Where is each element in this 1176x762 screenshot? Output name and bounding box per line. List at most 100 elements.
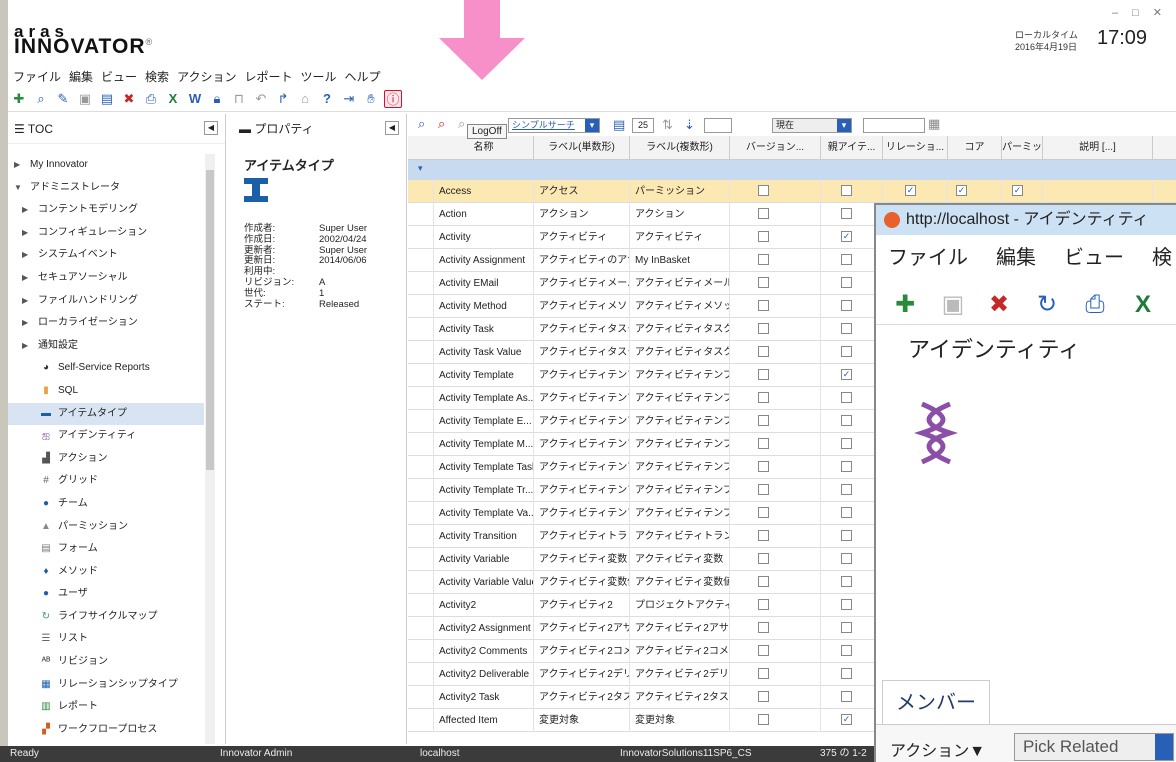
- checkbox-checked[interactable]: ✓: [905, 185, 916, 196]
- menu-item[interactable]: ビュー: [101, 68, 137, 85]
- column-header[interactable]: リレーショ...: [883, 136, 948, 160]
- checkbox[interactable]: [841, 254, 852, 265]
- row-gutter[interactable]: [408, 548, 434, 571]
- column-header[interactable]: ラベル(単数形): [534, 136, 630, 160]
- clear-search-icon[interactable]: ⌕: [438, 116, 445, 132]
- popup-excel-icon[interactable]: X: [1128, 290, 1158, 320]
- row-gutter[interactable]: [408, 410, 434, 433]
- checkbox[interactable]: [841, 691, 852, 702]
- word-icon[interactable]: W: [186, 90, 204, 108]
- toc-item[interactable]: ஐ アイデンティティ: [8, 425, 204, 448]
- new-item-icon[interactable]: ✚: [10, 90, 28, 108]
- checkbox[interactable]: [841, 208, 852, 219]
- table-row[interactable]: Access アクセス パーミッション ✓ ✓ ✓: [408, 180, 1176, 203]
- popup-refresh-icon[interactable]: ↻: [1032, 290, 1062, 320]
- row-gutter[interactable]: [408, 433, 434, 456]
- column-header[interactable]: コア: [948, 136, 1002, 160]
- action-dropdown[interactable]: アクション▼: [890, 737, 985, 761]
- toc-item[interactable]: ▟ アクション: [8, 448, 204, 471]
- toc-item[interactable]: ▶ コンテントモデリング: [8, 199, 204, 222]
- checkbox[interactable]: [841, 300, 852, 311]
- checkbox[interactable]: [841, 484, 852, 495]
- menu-item[interactable]: ヘルプ: [345, 68, 381, 85]
- column-header[interactable]: 名称: [434, 136, 534, 160]
- row-gutter[interactable]: [408, 272, 434, 295]
- column-header[interactable]: ラベル(複数形): [630, 136, 730, 160]
- checkbox[interactable]: [758, 231, 769, 242]
- dropdown-icon[interactable]: [1155, 734, 1173, 760]
- checkbox-checked[interactable]: ✓: [1012, 185, 1023, 196]
- row-gutter[interactable]: [408, 571, 434, 594]
- checkbox[interactable]: [841, 668, 852, 679]
- checkbox[interactable]: [758, 507, 769, 518]
- checkbox[interactable]: [758, 185, 769, 196]
- checkbox[interactable]: [841, 415, 852, 426]
- toc-item[interactable]: ▮ SQL: [8, 380, 204, 403]
- edit-icon[interactable]: ✎: [54, 90, 72, 108]
- logoff-icon[interactable]: ⓘ: [384, 90, 402, 108]
- checkbox[interactable]: [758, 484, 769, 495]
- date-input[interactable]: [863, 118, 925, 133]
- checkbox[interactable]: [758, 553, 769, 564]
- checkbox[interactable]: [758, 369, 769, 380]
- checkbox[interactable]: [758, 346, 769, 357]
- toc-scroll-thumb[interactable]: [206, 170, 214, 470]
- toc-item[interactable]: ▶ ローカライゼーション: [8, 312, 204, 335]
- checkbox[interactable]: [758, 461, 769, 472]
- undo-icon[interactable]: ↶: [252, 90, 270, 108]
- checkbox[interactable]: [758, 392, 769, 403]
- promote-icon[interactable]: ↱: [274, 90, 292, 108]
- checkbox[interactable]: [841, 622, 852, 633]
- window-controls[interactable]: –□✕: [1112, 6, 1176, 19]
- column-header[interactable]: 説明 [...]: [1043, 136, 1153, 160]
- close-button[interactable]: ✕: [1153, 7, 1176, 19]
- checkbox[interactable]: [758, 208, 769, 219]
- toc-item[interactable]: ▶ 通知設定: [8, 335, 204, 358]
- maximize-button[interactable]: □: [1132, 7, 1153, 19]
- column-header[interactable]: バージョン...: [730, 136, 821, 160]
- row-gutter[interactable]: [408, 617, 434, 640]
- toc-item[interactable]: ▬ アイテムタイプ: [8, 402, 204, 426]
- checkbox-checked[interactable]: ✓: [956, 185, 967, 196]
- checkbox-checked[interactable]: ✓: [841, 369, 852, 380]
- page-size-icon[interactable]: ▤: [613, 117, 625, 133]
- row-gutter[interactable]: [408, 318, 434, 341]
- row-gutter[interactable]: [408, 249, 434, 272]
- unlock-icon[interactable]: ⊓: [230, 90, 248, 108]
- checkbox[interactable]: [758, 622, 769, 633]
- checkbox[interactable]: [758, 668, 769, 679]
- excel-icon[interactable]: X: [164, 90, 182, 108]
- save-close-icon[interactable]: ▤: [98, 90, 116, 108]
- row-gutter[interactable]: [408, 663, 434, 686]
- checkbox[interactable]: [841, 277, 852, 288]
- checkbox[interactable]: [758, 438, 769, 449]
- row-gutter[interactable]: [408, 686, 434, 709]
- popup-menu-item[interactable]: ビュー: [1064, 247, 1124, 269]
- collapse-icon[interactable]: ▼: [14, 177, 24, 200]
- dropdown-icon[interactable]: ▾: [585, 119, 599, 132]
- toc-item[interactable]: ▞ ワークフロープロセス: [8, 719, 204, 742]
- tab-member[interactable]: メンバー: [882, 680, 990, 724]
- row-gutter[interactable]: [408, 525, 434, 548]
- menu-item[interactable]: ファイル: [13, 68, 61, 85]
- dropdown-icon[interactable]: ▾: [837, 119, 851, 132]
- expand-icon[interactable]: ▶: [22, 244, 32, 267]
- toc-item[interactable]: ♦ メソッド: [8, 561, 204, 584]
- toc-item[interactable]: ▶ システムイベント: [8, 244, 204, 267]
- checkbox-checked[interactable]: ✓: [841, 231, 852, 242]
- popup-menu-item[interactable]: 編集: [996, 247, 1036, 269]
- menu-item[interactable]: ツール: [300, 68, 336, 85]
- popup-menu-item[interactable]: ファイル: [888, 247, 968, 269]
- grid-filter-row[interactable]: ▾: [408, 160, 1176, 180]
- properties-collapse-button[interactable]: ◀: [385, 121, 399, 135]
- popup-menu-item[interactable]: 検: [1152, 247, 1172, 269]
- checkbox[interactable]: [758, 645, 769, 656]
- column-header[interactable]: 親アイテ...: [821, 136, 883, 160]
- page-size-input[interactable]: 25: [632, 118, 654, 133]
- toc-item[interactable]: # グリッド: [8, 470, 204, 493]
- run-search-icon[interactable]: ⌕: [418, 116, 425, 132]
- search-item-icon[interactable]: ⌕: [32, 90, 50, 108]
- delete-icon[interactable]: ✖: [120, 90, 138, 108]
- checkbox[interactable]: [758, 300, 769, 311]
- toc-item[interactable]: ▦ リレーションシップタイプ: [8, 674, 204, 697]
